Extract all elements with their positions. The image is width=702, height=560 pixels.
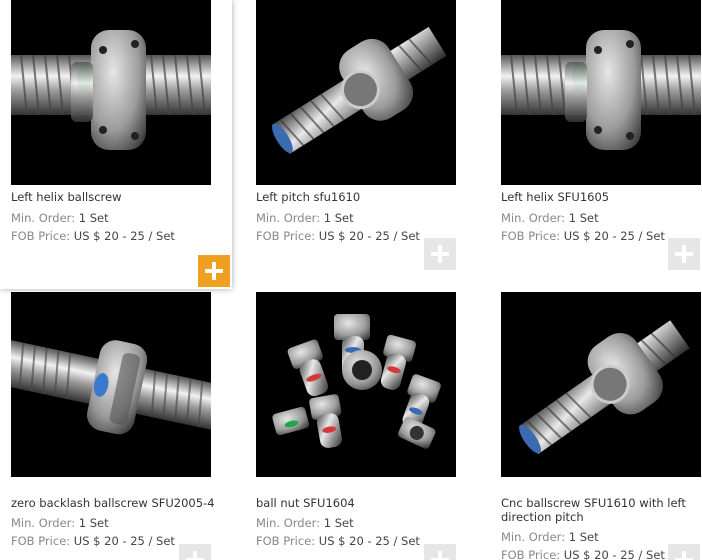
product-card[interactable]: Cnc ballscrew SFU1610 with left directio… xyxy=(490,292,702,560)
ballscrew-flange-nut-image[interactable] xyxy=(11,0,211,185)
fob-price-label: FOB Price: xyxy=(256,229,316,243)
min-order-value: 1 Set xyxy=(323,516,354,530)
product-card[interactable]: Left helix SFU1605 Min. Order: 1 Set FOB… xyxy=(490,0,702,290)
fob-price: FOB Price: US $ 20 - 25 / Set xyxy=(501,548,665,560)
fob-price: FOB Price: US $ 20 - 25 / Set xyxy=(11,229,175,243)
min-order-label: Min. Order: xyxy=(11,516,76,530)
min-order: Min. Order: 1 Set xyxy=(501,211,599,225)
fob-price-value: US $ 20 - 25 / Set xyxy=(73,229,175,243)
fob-price-label: FOB Price: xyxy=(11,229,71,243)
product-title[interactable]: Left helix SFU1605 xyxy=(501,190,702,204)
min-order: Min. Order: 1 Set xyxy=(11,211,109,225)
min-order-label: Min. Order: xyxy=(11,211,76,225)
fob-price: FOB Price: US $ 20 - 25 / Set xyxy=(11,534,175,548)
ballscrew-diagonal-image[interactable] xyxy=(256,0,456,185)
ballscrew-diagonal-image[interactable] xyxy=(501,292,701,477)
min-order-value: 1 Set xyxy=(78,211,109,225)
min-order-label: Min. Order: xyxy=(501,211,566,225)
fob-price: FOB Price: US $ 20 - 25 / Set xyxy=(501,229,665,243)
fob-price-value: US $ 20 - 25 / Set xyxy=(73,534,175,548)
fob-price-label: FOB Price: xyxy=(11,534,71,548)
min-order-label: Min. Order: xyxy=(256,211,321,225)
plus-icon[interactable] xyxy=(668,544,700,560)
fob-price-label: FOB Price: xyxy=(256,534,316,548)
min-order: Min. Order: 1 Set xyxy=(11,516,109,530)
fob-price-value: US $ 20 - 25 / Set xyxy=(318,534,420,548)
fob-price-value: US $ 20 - 25 / Set xyxy=(563,229,665,243)
product-title[interactable]: Left helix ballscrew xyxy=(11,190,226,204)
min-order-value: 1 Set xyxy=(568,211,599,225)
min-order: Min. Order: 1 Set xyxy=(256,516,354,530)
plus-icon[interactable] xyxy=(424,238,456,270)
min-order-value: 1 Set xyxy=(323,211,354,225)
min-order: Min. Order: 1 Set xyxy=(256,211,354,225)
product-title[interactable]: Left pitch sfu1610 xyxy=(256,190,471,204)
min-order-value: 1 Set xyxy=(78,516,109,530)
plus-icon[interactable] xyxy=(668,238,700,270)
product-card[interactable]: Left helix ballscrew Min. Order: 1 Set F… xyxy=(0,0,232,289)
fob-price: FOB Price: US $ 20 - 25 / Set xyxy=(256,229,420,243)
min-order-label: Min. Order: xyxy=(256,516,321,530)
fob-price-value: US $ 20 - 25 / Set xyxy=(563,548,665,560)
min-order: Min. Order: 1 Set xyxy=(501,530,599,544)
product-title[interactable]: zero backlash ballscrew SFU2005-4 xyxy=(11,496,226,510)
plus-icon[interactable] xyxy=(424,544,456,560)
fob-price: FOB Price: US $ 20 - 25 / Set xyxy=(256,534,420,548)
min-order-value: 1 Set xyxy=(568,530,599,544)
plus-icon[interactable] xyxy=(179,544,211,560)
fob-price-label: FOB Price: xyxy=(501,229,561,243)
product-card[interactable]: zero backlash ballscrew SFU2005-4 Min. O… xyxy=(0,292,232,560)
min-order-label: Min. Order: xyxy=(501,530,566,544)
ball-nuts-group-image[interactable] xyxy=(256,292,456,477)
product-title[interactable]: ball nut SFU1604 xyxy=(256,496,471,510)
plus-icon[interactable] xyxy=(198,255,230,287)
product-card[interactable]: Left pitch sfu1610 Min. Order: 1 Set FOB… xyxy=(245,0,477,290)
product-card[interactable]: ball nut SFU1604 Min. Order: 1 Set FOB P… xyxy=(245,292,477,560)
fob-price-value: US $ 20 - 25 / Set xyxy=(318,229,420,243)
product-title[interactable]: Cnc ballscrew SFU1610 with left directio… xyxy=(501,496,691,524)
ballscrew-horizontal-image[interactable] xyxy=(11,292,211,477)
ballscrew-flange-nut-image[interactable] xyxy=(501,0,701,185)
fob-price-label: FOB Price: xyxy=(501,548,561,560)
